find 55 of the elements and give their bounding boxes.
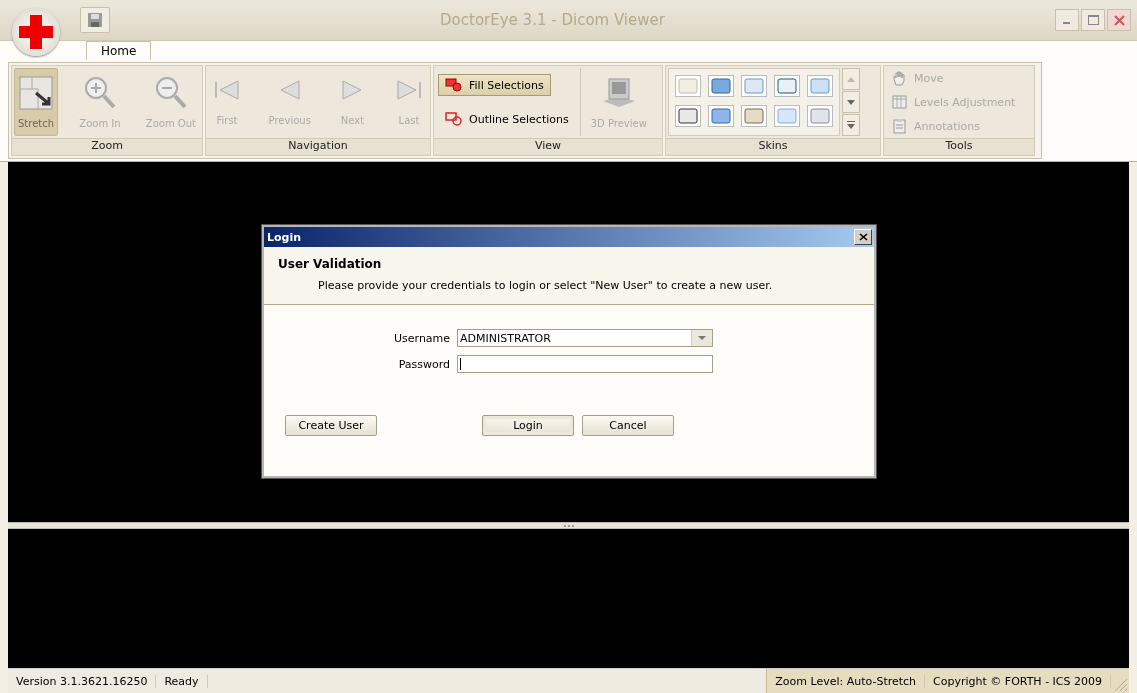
status-text: Ready xyxy=(156,674,208,688)
group-label: Tools xyxy=(884,138,1034,155)
skin-thumbnail[interactable] xyxy=(807,104,833,127)
username-dropdown[interactable]: ADMINISTRATOR xyxy=(457,329,714,347)
dialog-title: Login xyxy=(266,230,302,244)
skin-thumbnail[interactable] xyxy=(741,104,767,127)
field-label: Username xyxy=(394,331,451,345)
dialog-heading: User Validation xyxy=(278,257,383,271)
scroll-down-button[interactable] xyxy=(842,91,860,113)
expand-icon xyxy=(847,121,855,129)
skin-thumbnail[interactable] xyxy=(741,75,767,97)
skin-thumbnail[interactable] xyxy=(774,104,800,127)
grip-dots-icon xyxy=(563,524,574,527)
skip-forward-icon xyxy=(394,77,424,102)
triangle-down-icon xyxy=(847,99,855,105)
group-label: Skins xyxy=(666,138,880,155)
dialog-button[interactable]: Cancel xyxy=(582,415,674,436)
outlined-shapes-icon xyxy=(445,112,463,126)
skin-thumbnail[interactable] xyxy=(675,104,701,127)
resize-icon xyxy=(18,74,55,111)
skin-thumbnail[interactable] xyxy=(774,75,800,97)
field-label: Password xyxy=(397,357,451,371)
close-icon xyxy=(1113,14,1125,26)
dialog-button[interactable]: Login xyxy=(482,415,574,436)
maximize-icon xyxy=(1087,15,1099,25)
minimize-button[interactable] xyxy=(1055,9,1079,31)
skin-thumbnail[interactable] xyxy=(675,75,701,97)
ribbon-button[interactable]: Outline Selections xyxy=(438,108,576,130)
status-text: Copyright © FORTH - ICS 2009 xyxy=(925,674,1111,688)
filled-shapes-icon xyxy=(445,78,463,92)
save-icon[interactable] xyxy=(80,7,110,33)
splitter[interactable] xyxy=(8,522,1129,530)
window-title: DoctorEye 3.1 - Dicom Viewer xyxy=(439,11,666,29)
skin-thumbnail[interactable] xyxy=(807,75,833,97)
expand-button[interactable] xyxy=(842,114,860,136)
clipboard-icon xyxy=(892,118,908,134)
maximize-button[interactable] xyxy=(1081,9,1105,31)
group-label: View xyxy=(434,138,662,155)
password-field[interactable] xyxy=(457,355,714,373)
caret-icon xyxy=(698,336,707,340)
ribbon-button[interactable]: Fill Selections xyxy=(438,74,551,96)
skip-back-icon xyxy=(212,77,242,102)
group-label: Zoom xyxy=(12,138,202,155)
skin-thumbnail[interactable] xyxy=(708,75,734,97)
status-text: Zoom Level: Auto-Stretch xyxy=(767,674,926,688)
dialog-button[interactable]: Create User xyxy=(285,415,377,436)
close-icon xyxy=(858,233,868,241)
calendar-icon xyxy=(892,94,908,110)
dialog-description: Please provide your credentials to login or select "New User" to create a new user. xyxy=(317,279,774,292)
status-text: Version 3.1.3621.16250 xyxy=(8,674,157,688)
group-label: Navigation xyxy=(206,138,430,155)
triangle-up-icon xyxy=(847,76,855,82)
hand-icon xyxy=(892,70,908,86)
skin-thumbnail[interactable] xyxy=(708,104,734,127)
ribbon-tab[interactable]: Home xyxy=(86,41,152,60)
